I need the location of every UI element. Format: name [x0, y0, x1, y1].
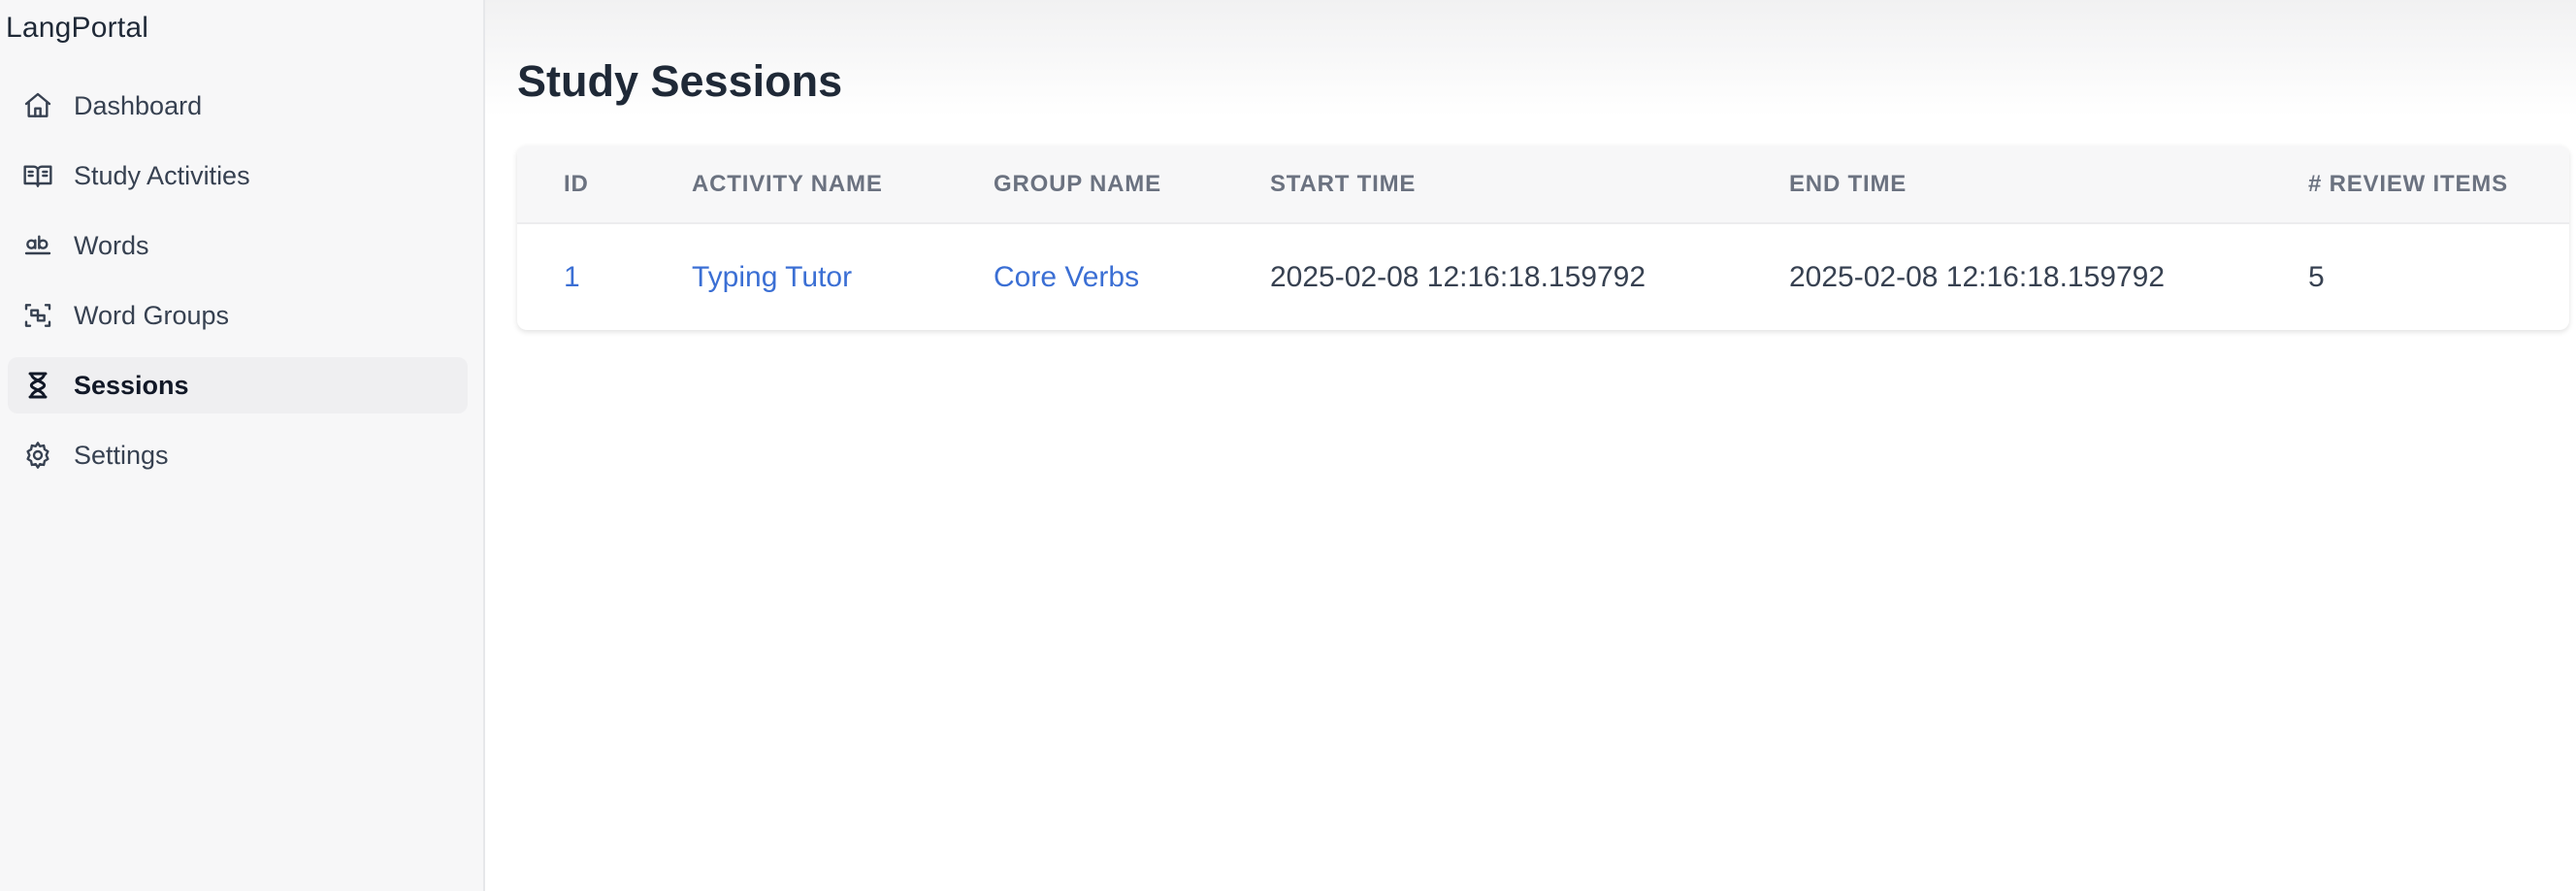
sidebar-item-label: Words: [74, 230, 149, 260]
home-icon: [21, 89, 54, 122]
column-header-activity-name[interactable]: ACTIVITY NAME: [692, 146, 994, 223]
table-header-row: ID ACTIVITY NAME GROUP NAME START TIME E…: [517, 146, 2569, 223]
sidebar-item-settings[interactable]: Settings: [8, 427, 468, 483]
page-title: Study Sessions: [517, 56, 843, 106]
sidebar-item-words[interactable]: Words: [8, 217, 468, 274]
sidebar-item-label: Sessions: [74, 370, 189, 400]
sessions-table-card: ID ACTIVITY NAME GROUP NAME START TIME E…: [517, 146, 2569, 330]
activity-name-link[interactable]: Typing Tutor: [692, 261, 852, 293]
sessions-table: ID ACTIVITY NAME GROUP NAME START TIME E…: [517, 146, 2569, 330]
sidebar-item-sessions[interactable]: Sessions: [8, 357, 468, 413]
sidebar-item-dashboard[interactable]: Dashboard: [8, 78, 468, 134]
sidebar-item-label: Study Activities: [74, 160, 250, 190]
column-header-end-time[interactable]: END TIME: [1789, 146, 2308, 223]
column-header-review-items[interactable]: # REVIEW ITEMS: [2308, 146, 2569, 223]
main-content: Study Sessions ID ACTIVITY NAME GROUP NA…: [485, 0, 2576, 891]
session-id[interactable]: 1: [564, 261, 580, 293]
app-root: LangPortal Dashboard Study Activities Wo…: [0, 0, 2576, 891]
sidebar-item-label: Dashboard: [74, 90, 203, 120]
sidebar-nav: Dashboard Study Activities Words Word Gr…: [8, 78, 468, 497]
sidebar-item-study-activities[interactable]: Study Activities: [8, 148, 468, 204]
group-name-cell: Core Verbs: [994, 223, 1270, 330]
sidebar: LangPortal Dashboard Study Activities Wo…: [0, 0, 485, 891]
table-row: 1 Typing Tutor Core Verbs 2025-02-08 12:…: [517, 223, 2569, 330]
session-id-link[interactable]: 1: [517, 223, 692, 330]
hourglass-icon: [21, 369, 54, 402]
group-name-link[interactable]: Core Verbs: [994, 261, 1139, 293]
sidebar-item-label: Word Groups: [74, 300, 230, 330]
whole-word-icon: [21, 229, 54, 262]
column-header-start-time[interactable]: START TIME: [1270, 146, 1789, 223]
gear-icon: [21, 439, 54, 472]
sidebar-item-label: Settings: [74, 440, 169, 470]
column-header-id[interactable]: ID: [517, 146, 692, 223]
end-time-cell: 2025-02-08 12:16:18.159792: [1789, 260, 2166, 293]
sidebar-item-word-groups[interactable]: Word Groups: [8, 287, 468, 344]
book-open-icon: [21, 159, 54, 192]
review-items-cell: 5: [2308, 260, 2325, 293]
activity-name-cell: Typing Tutor: [692, 223, 994, 330]
word-groups-icon: [21, 299, 54, 332]
brand-title[interactable]: LangPortal: [6, 12, 148, 45]
column-header-group-name[interactable]: GROUP NAME: [994, 146, 1270, 223]
start-time-cell: 2025-02-08 12:16:18.159792: [1270, 260, 1647, 293]
